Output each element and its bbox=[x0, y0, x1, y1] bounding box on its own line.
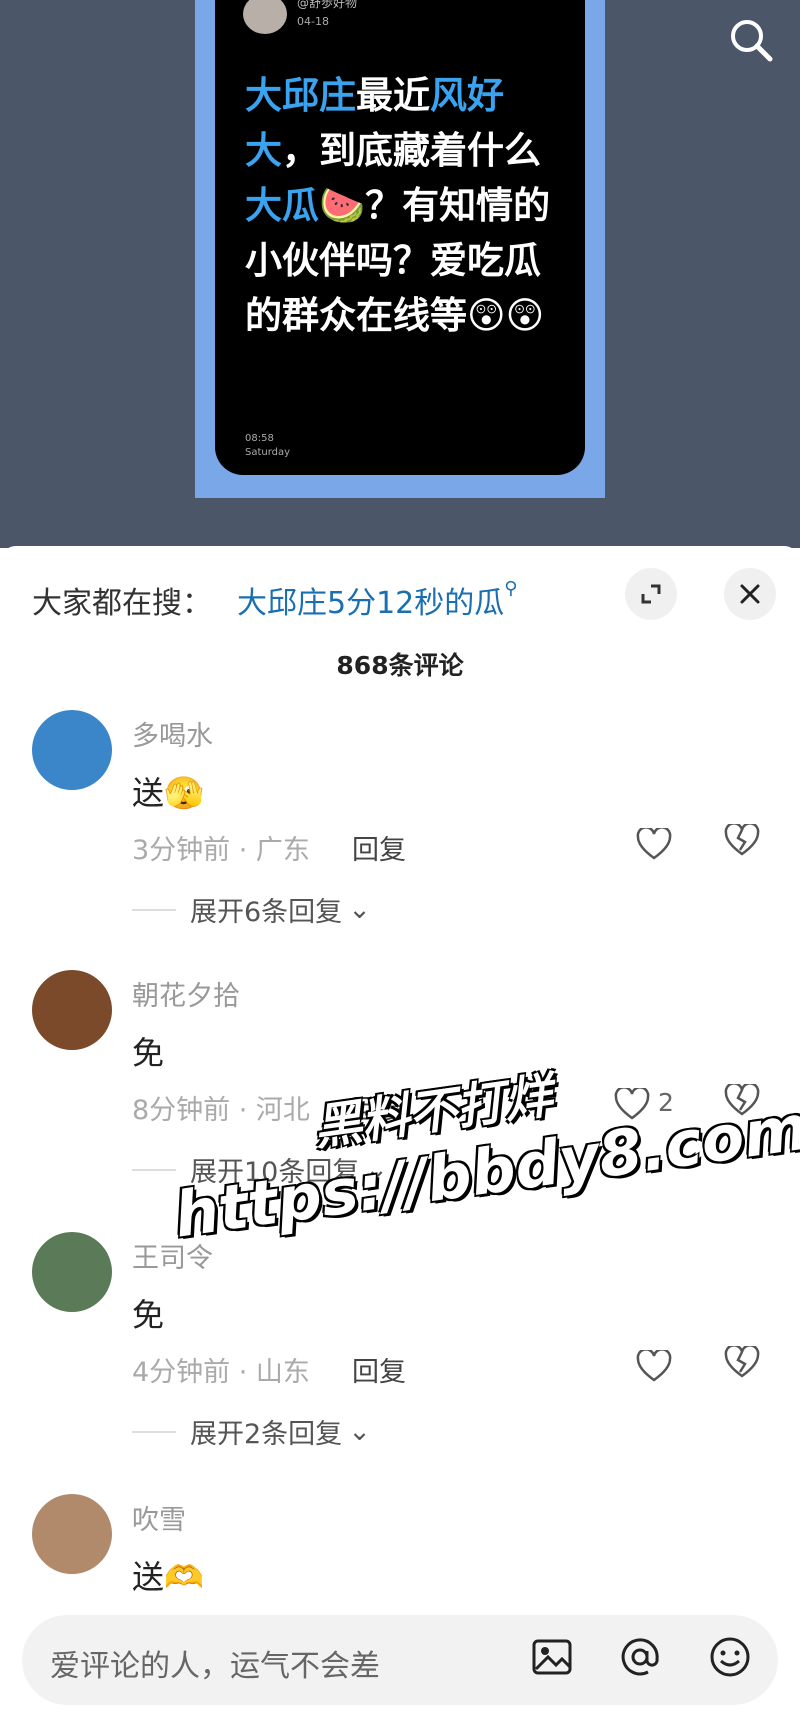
post-clock: 08:58 bbox=[245, 433, 274, 444]
avatar[interactable] bbox=[32, 1232, 112, 1312]
input-placeholder: 爱评论的人，运气不会差 bbox=[50, 1649, 380, 1684]
emoji-icon[interactable] bbox=[708, 1635, 756, 1683]
trending-label: 大家都在搜： bbox=[32, 586, 212, 621]
comment-count: 868条评论 bbox=[336, 651, 464, 680]
chevron-down-icon: ⌄ bbox=[348, 894, 371, 925]
expand-button[interactable] bbox=[625, 568, 677, 620]
chevron-down-icon: ⌄ bbox=[348, 1416, 371, 1447]
broken-heart-icon[interactable] bbox=[724, 822, 764, 864]
heart-icon[interactable] bbox=[636, 1346, 676, 1386]
trending-search-text: 大邱庄5分12秒的瓜 bbox=[237, 586, 505, 621]
post-weekday: Saturday bbox=[245, 447, 291, 458]
post-text-part: 最近 bbox=[356, 74, 430, 117]
small-search-icon: ⚲ bbox=[504, 578, 518, 599]
comment-meta: 4分钟前 · 山东 bbox=[132, 1357, 310, 1388]
video-area[interactable]: @舒歩好物 04-18 大邱庄最近风好大，到底藏着什么大瓜🍉？有知情的小伙伴吗？… bbox=[0, 0, 800, 548]
reply-button[interactable]: 回复 bbox=[352, 828, 406, 867]
search-icon[interactable] bbox=[726, 15, 776, 65]
post-username: @舒歩好物 bbox=[297, 0, 358, 10]
trending-search-link[interactable]: 大邱庄5分12秒的瓜⚲ bbox=[237, 578, 517, 622]
comment-text: 免 bbox=[132, 1034, 165, 1072]
expand-replies[interactable]: 展开2条回复 ⌄ bbox=[132, 1412, 371, 1451]
comment-text-content: 送 bbox=[132, 1558, 165, 1596]
comment-text-content: 送 bbox=[132, 774, 165, 812]
post-text-part: 大邱庄 bbox=[245, 74, 356, 117]
at-icon[interactable] bbox=[618, 1635, 666, 1683]
post-text: 大邱庄最近风好大，到底藏着什么大瓜🍉？有知情的小伙伴吗？爱吃瓜的群众在线等😲😲 bbox=[245, 68, 565, 343]
post-text-part: 大瓜 bbox=[245, 184, 319, 227]
close-button[interactable] bbox=[724, 568, 776, 620]
comment-username[interactable]: 吹雪 bbox=[132, 1498, 186, 1537]
post-time: 08:58 Saturday bbox=[245, 432, 290, 460]
post-card: @舒歩好物 04-18 大邱庄最近风好大，到底藏着什么大瓜🍉？有知情的小伙伴吗？… bbox=[215, 0, 585, 475]
post-author-avatar bbox=[243, 0, 287, 34]
post-date: 04-18 bbox=[297, 15, 329, 28]
avatar[interactable] bbox=[32, 970, 112, 1050]
reply-button[interactable]: 回复 bbox=[352, 1350, 406, 1389]
comment-text: 送🫣 bbox=[132, 768, 204, 814]
expand-replies-label: 展开6条回复 bbox=[190, 897, 343, 928]
divider bbox=[132, 908, 176, 911]
comment-emoji: 🫣 bbox=[164, 774, 204, 812]
comment-text: 免 bbox=[132, 1296, 165, 1334]
comment-username[interactable]: 朝花夕拾 bbox=[132, 974, 240, 1013]
divider bbox=[132, 1430, 176, 1433]
comment-emoji: 🫶 bbox=[164, 1558, 204, 1596]
close-icon bbox=[740, 584, 760, 604]
heart-icon[interactable] bbox=[636, 824, 676, 864]
expand-replies[interactable]: 展开6条回复 ⌄ bbox=[132, 890, 371, 929]
comment-input-bar: 爱评论的人，运气不会差 bbox=[0, 1600, 800, 1723]
image-icon[interactable] bbox=[530, 1635, 578, 1683]
post-text-part: ，到底藏着什么 bbox=[282, 129, 541, 172]
avatar[interactable] bbox=[32, 1494, 112, 1574]
comment-username[interactable]: 多喝水 bbox=[132, 714, 213, 753]
expand-icon bbox=[641, 584, 661, 604]
comment-meta: 3分钟前 · 广东 bbox=[132, 835, 310, 866]
comment-input[interactable]: 爱评论的人，运气不会差 bbox=[22, 1615, 778, 1705]
avatar[interactable] bbox=[32, 710, 112, 790]
expand-replies-label: 展开2条回复 bbox=[190, 1419, 343, 1450]
broken-heart-icon[interactable] bbox=[724, 1344, 764, 1386]
comment-text: 送🫶 bbox=[132, 1552, 204, 1598]
